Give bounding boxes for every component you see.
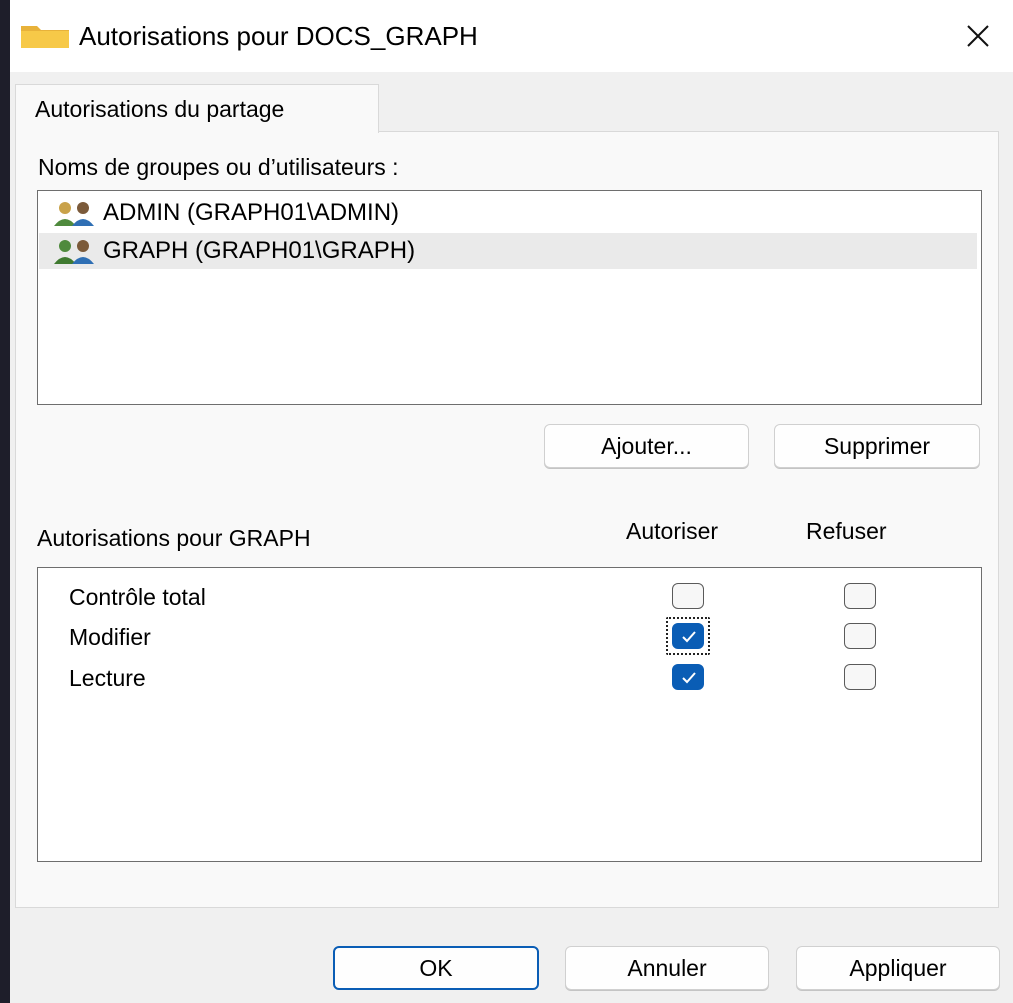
deny-read-checkbox[interactable] (844, 664, 876, 690)
allow-modify-checkbox[interactable] (672, 623, 704, 649)
permission-row-full-control: Contrôle total (38, 579, 979, 617)
users-group-icon (54, 202, 94, 226)
apply-button[interactable]: Appliquer (796, 946, 1000, 990)
permissions-table: Contrôle total Modifier Lecture (37, 567, 982, 862)
permission-row-modify: Modifier (38, 617, 979, 657)
permission-name: Lecture (69, 665, 146, 691)
groups-listbox[interactable]: ADMIN (GRAPH01\ADMIN) GRAPH (GRAPH01\GRA… (37, 190, 982, 405)
window-title: Autorisations pour DOCS_GRAPH (79, 21, 478, 51)
tab-share-permissions[interactable]: Autorisations du partage (15, 84, 379, 133)
list-item-graph[interactable]: GRAPH (GRAPH01\GRAPH) (39, 233, 977, 269)
groups-label: Noms de groupes ou d’utilisateurs : (38, 154, 399, 180)
tab-label: Autorisations du partage (35, 96, 285, 122)
permission-row-read: Lecture (38, 660, 979, 698)
deny-full-control-checkbox[interactable] (844, 583, 876, 609)
checkmark-icon (682, 672, 696, 684)
allow-full-control-checkbox[interactable] (672, 583, 704, 609)
permissions-dialog: Autorisations pour DOCS_GRAPH Autorisati… (10, 0, 1013, 1003)
deny-column-header: Refuser (806, 518, 887, 544)
list-item-label: ADMIN (GRAPH01\ADMIN) (103, 199, 400, 226)
close-button[interactable] (954, 14, 1002, 58)
allow-read-checkbox[interactable] (672, 664, 704, 690)
add-button[interactable]: Ajouter... (544, 424, 749, 468)
users-group-icon (54, 240, 94, 264)
folder-icon (21, 26, 69, 48)
allow-column-header: Autoriser (626, 518, 719, 544)
permission-name: Modifier (69, 624, 151, 650)
permission-name: Contrôle total (69, 584, 206, 610)
list-item-admin[interactable]: ADMIN (GRAPH01\ADMIN) (39, 195, 977, 231)
checkmark-icon (682, 631, 696, 643)
deny-modify-checkbox[interactable] (844, 623, 876, 649)
remove-button[interactable]: Supprimer (774, 424, 980, 468)
title-bar: Autorisations pour DOCS_GRAPH (10, 0, 1013, 72)
ok-button[interactable]: OK (333, 946, 539, 990)
list-item-label: GRAPH (GRAPH01\GRAPH) (103, 237, 416, 264)
cancel-button[interactable]: Annuler (565, 946, 769, 990)
permissions-for-label: Autorisations pour GRAPH (37, 525, 311, 551)
close-icon (967, 25, 989, 47)
